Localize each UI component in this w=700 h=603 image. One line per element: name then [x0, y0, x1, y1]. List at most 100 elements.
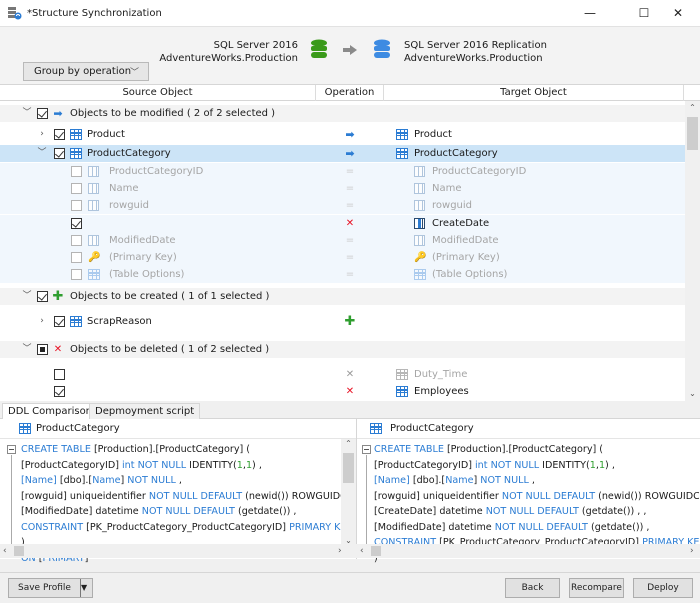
- ddl-target-hscrollbar[interactable]: ‹ ›: [357, 544, 700, 558]
- code-keyword: NOT NULL DEFAULT: [501, 490, 599, 502]
- source-object: ProductCategoryID: [109, 166, 204, 177]
- row-checkbox[interactable]: [54, 129, 65, 140]
- code-keyword: NOT NULL: [127, 475, 176, 486]
- scroll-left-arrow-icon[interactable]: ‹: [3, 544, 7, 558]
- collapse-chevron-icon[interactable]: ﹀: [22, 341, 32, 358]
- target-object: ProductCategory: [414, 148, 498, 159]
- group-by-dropdown[interactable]: Group by operation ﹀: [23, 62, 149, 81]
- group-row-modified[interactable]: ﹀ ➡ Objects to be modified ( 2 of 2 sele…: [0, 105, 685, 122]
- row-checkbox[interactable]: [71, 252, 82, 263]
- group-by-label: Group by operation: [34, 66, 132, 77]
- collapse-chevron-icon[interactable]: ﹀: [37, 145, 47, 162]
- column-icon: [88, 166, 99, 177]
- recompare-button[interactable]: Recompare: [569, 578, 624, 598]
- tab-deployment-script[interactable]: Depmoyment script: [89, 403, 201, 419]
- ddl-target-panel: ProductCategory CREATE TABLE [Production…: [357, 419, 700, 564]
- equal-icon: =: [345, 200, 355, 211]
- tree-row-column[interactable]: Name = Name: [0, 180, 685, 197]
- row-checkbox[interactable]: [71, 200, 82, 211]
- tree-row-column[interactable]: ✕ CreateDate: [0, 215, 685, 232]
- code-line: CONSTRAINT [PK_ProductCategory_ProductCa…: [21, 520, 341, 536]
- table-icon: [70, 148, 82, 159]
- group-row-created[interactable]: ﹀ ✚ Objects to be created ( 1 of 1 selec…: [0, 288, 685, 305]
- back-button[interactable]: Back: [505, 578, 560, 598]
- scroll-up-arrow-icon[interactable]: ⌃: [341, 439, 356, 448]
- source-object: ProductCategory: [87, 148, 171, 159]
- row-checkbox[interactable]: [71, 235, 82, 246]
- equal-icon: =: [345, 252, 355, 263]
- tree-row-duty-time[interactable]: ✕ Duty_Time: [0, 366, 685, 383]
- group-checkbox[interactable]: [37, 344, 48, 355]
- scroll-left-arrow-icon[interactable]: ‹: [360, 544, 364, 558]
- minimize-button[interactable]: —: [568, 0, 612, 26]
- group-row-deleted[interactable]: ﹀ ✕ Objects to be deleted ( 1 of 2 selec…: [0, 341, 685, 358]
- tree-row-column[interactable]: ProductCategoryID = ProductCategoryID: [0, 163, 685, 180]
- fold-toggle-icon[interactable]: [362, 445, 371, 454]
- collapse-chevron-icon[interactable]: ﹀: [22, 288, 32, 305]
- scrollbar-thumb[interactable]: [343, 453, 354, 483]
- scrollbar-thumb[interactable]: [14, 546, 24, 556]
- column-header-target[interactable]: Target Object: [384, 85, 684, 101]
- scroll-right-arrow-icon[interactable]: ›: [690, 544, 694, 558]
- code-keyword: NOT NULL DEFAULT: [485, 506, 582, 517]
- tree-row-productcategory[interactable]: ﹀ ProductCategory ➡ ProductCategory: [0, 145, 685, 162]
- tree-row-product[interactable]: › Product ➡ Product: [0, 126, 685, 143]
- row-checkbox[interactable]: [71, 269, 82, 280]
- table-icon: [396, 148, 408, 159]
- code-text: [rowguid] uniqueidentifier: [374, 490, 502, 502]
- source-object: Name: [109, 183, 139, 194]
- tree-row-scrapreason[interactable]: › ScrapReason ✚: [0, 313, 685, 330]
- delete-icon: ✕: [345, 218, 355, 229]
- close-button[interactable]: ✕: [656, 0, 700, 26]
- ddl-source-hscrollbar[interactable]: ‹ ›: [0, 544, 357, 558]
- tree-row-table-options[interactable]: (Table Options) = (Table Options): [0, 266, 685, 283]
- code-keyword: [Name]: [374, 475, 410, 486]
- target-object: ModifiedDate: [432, 235, 499, 246]
- tree-row-column[interactable]: ModifiedDate = ModifiedDate: [0, 232, 685, 249]
- ddl-source-vscrollbar[interactable]: ⌃ ⌄: [341, 439, 356, 545]
- target-database: AdventureWorks.Production: [404, 53, 543, 64]
- save-profile-split-button[interactable]: Save Profile ▼: [8, 578, 93, 598]
- window-title: *Structure Synchronization: [27, 7, 162, 19]
- scrollbar-thumb[interactable]: [687, 117, 698, 150]
- code-keyword: Name: [445, 475, 474, 486]
- scrollbar-thumb[interactable]: [371, 546, 381, 556]
- collapse-chevron-icon[interactable]: ﹀: [22, 105, 32, 122]
- tree-row-column[interactable]: rowguid = rowguid: [0, 197, 685, 214]
- target-object: CreateDate: [432, 218, 490, 229]
- scroll-right-arrow-icon[interactable]: ›: [338, 544, 342, 558]
- source-object: ModifiedDate: [109, 235, 176, 246]
- code-keyword: [Name]: [21, 475, 57, 486]
- column-icon: [88, 183, 99, 194]
- delete-icon: ✕: [345, 369, 355, 380]
- column-header-source[interactable]: Source Object: [0, 85, 316, 101]
- deploy-button[interactable]: Deploy: [633, 578, 693, 598]
- dropdown-arrow-icon[interactable]: ▼: [80, 579, 92, 597]
- row-checkbox[interactable]: [71, 183, 82, 194]
- group-label: Objects to be modified ( 2 of 2 selected…: [70, 108, 276, 119]
- tree-row-employees[interactable]: ✕ Employees: [0, 383, 685, 400]
- tab-ddl-comparison[interactable]: DDL Comparison: [2, 403, 99, 420]
- group-checkbox[interactable]: [37, 291, 48, 302]
- row-checkbox[interactable]: [71, 166, 82, 177]
- scroll-down-arrow-icon[interactable]: ⌄: [685, 387, 700, 401]
- expand-chevron-icon[interactable]: ›: [37, 313, 47, 330]
- group-checkbox[interactable]: [37, 108, 48, 119]
- row-checkbox[interactable]: [54, 386, 65, 397]
- code-text: (getdate()) ,: [237, 506, 297, 517]
- tree-vertical-scrollbar[interactable]: ⌃ ⌄: [685, 101, 700, 401]
- fold-toggle-icon[interactable]: [7, 445, 16, 454]
- code-text: IDENTITY(: [542, 459, 590, 471]
- comparison-header: Group by operation ﹀ SQL Server 2016 Adv…: [0, 26, 700, 84]
- row-checkbox[interactable]: [54, 316, 65, 327]
- equal-icon: =: [345, 269, 355, 280]
- tree-row-primary-key[interactable]: 🔑 (Primary Key) = 🔑 (Primary Key): [0, 249, 685, 266]
- row-checkbox[interactable]: [54, 148, 65, 159]
- row-checkbox[interactable]: [71, 218, 82, 229]
- row-checkbox[interactable]: [54, 369, 65, 380]
- column-header-operation[interactable]: Operation: [316, 85, 384, 101]
- source-server: SQL Server 2016: [213, 40, 298, 51]
- create-plus-icon: ✚: [52, 289, 64, 304]
- scroll-up-arrow-icon[interactable]: ⌃: [685, 101, 700, 115]
- expand-chevron-icon[interactable]: ›: [37, 126, 47, 143]
